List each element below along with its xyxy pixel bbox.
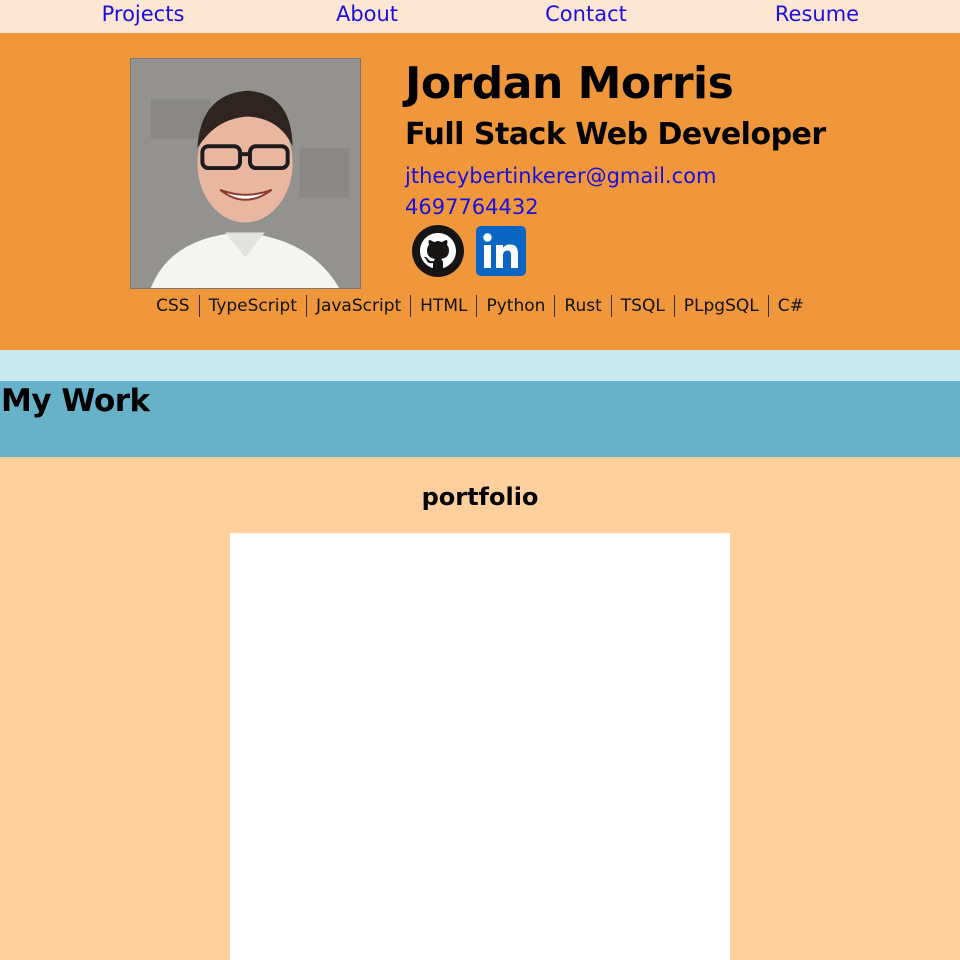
nav-link-about[interactable]: About: [336, 0, 398, 30]
nav-link-contact[interactable]: Contact: [545, 0, 627, 30]
linkedin-link[interactable]: [475, 225, 527, 277]
skill-python: Python: [476, 295, 554, 317]
skill-typescript: TypeScript: [198, 295, 306, 317]
skill-css: CSS: [156, 296, 190, 316]
linkedin-icon: [476, 226, 526, 276]
profile-header: Jordan Morris Full Stack Web Developer j…: [0, 33, 960, 350]
nav-link-projects[interactable]: Projects: [102, 0, 185, 30]
skill-csharp: C#: [767, 295, 813, 317]
skill-tsql: TSQL: [610, 295, 674, 317]
skills-list: CSS TypeScript JavaScript HTML Python Rust TSQ…: [0, 295, 960, 317]
profile-photo: [130, 58, 361, 289]
github-icon: [412, 225, 464, 277]
section-title: My Work: [1, 383, 150, 419]
skill-html: HTML: [410, 295, 476, 317]
portfolio-frame[interactable]: [230, 533, 730, 960]
my-work-banner: My Work: [0, 381, 960, 457]
phone-link[interactable]: 4697764432: [405, 195, 539, 219]
skill-javascript: JavaScript: [305, 295, 410, 317]
skill-rust: Rust: [554, 295, 610, 317]
divider-band: [0, 350, 960, 381]
nav-link-resume[interactable]: Resume: [775, 0, 859, 30]
profile-name: Jordan Morris: [405, 58, 734, 109]
portfolio-title: portfolio: [421, 483, 539, 511]
github-link[interactable]: [412, 225, 464, 277]
skill-plpgsql: PLpgSQL: [673, 295, 768, 317]
top-nav: Projects About Contact Resume: [0, 0, 960, 33]
email-link[interactable]: jthecybertinkerer@gmail.com: [405, 164, 716, 188]
profile-role: Full Stack Web Developer: [405, 117, 826, 152]
